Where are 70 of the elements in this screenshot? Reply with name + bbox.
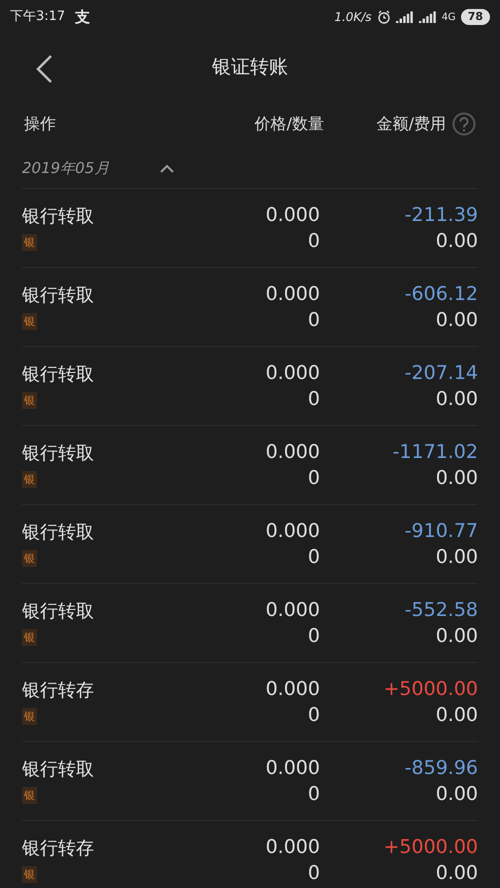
- fee-value: 0.00: [436, 229, 478, 254]
- fee-value: 0.00: [436, 466, 478, 491]
- signal-icon: [396, 11, 414, 23]
- column-header: 操作: [24, 113, 57, 135]
- price-value: 0.000: [266, 835, 320, 860]
- price-value: 0.000: [266, 282, 320, 307]
- bank-tag: 银: [22, 550, 37, 566]
- price-value: 0.000: [266, 519, 320, 544]
- transaction-type: 银行转存: [22, 680, 95, 702]
- amount-value: +5000.00: [384, 677, 478, 702]
- quantity-value: 0: [308, 387, 320, 412]
- battery-indicator: 78: [460, 9, 490, 25]
- bank-tag: 银: [22, 312, 37, 330]
- bank-tag: 银: [22, 628, 37, 646]
- amount-value: -211.39: [404, 203, 478, 228]
- amount-value: +5000.00: [384, 835, 478, 860]
- transaction-type: 银行转取: [22, 600, 95, 622]
- fee-value: 0.00: [436, 387, 478, 412]
- quantity-value: 0: [308, 545, 320, 570]
- quantity-value: 0: [308, 703, 320, 728]
- price-value: 0.000: [266, 203, 320, 228]
- price-value: 0.000: [266, 756, 320, 781]
- transaction-type: 银行转取: [22, 442, 95, 464]
- fee-value: 0.00: [436, 861, 478, 886]
- quantity-value: 0: [308, 861, 320, 886]
- fee-value: 0.00: [436, 782, 478, 807]
- amount-value: -552.58: [404, 598, 478, 623]
- transaction-type: 银行转取: [22, 522, 95, 544]
- quantity-value: 0: [308, 308, 320, 333]
- amount-value: -910.77: [404, 519, 478, 544]
- bank-tag: 银: [22, 866, 37, 882]
- amount-value: -1171.02: [392, 440, 478, 465]
- chevron-icon[interactable]: [159, 163, 176, 173]
- fee-value: 0.00: [436, 624, 478, 649]
- bank-tag: 银: [22, 470, 37, 488]
- quantity-value: 0: [308, 466, 320, 491]
- fee-value: 0.00: [436, 308, 478, 333]
- transaction-type: 银行转存: [22, 838, 95, 860]
- transaction-type: 银行转取: [22, 758, 95, 780]
- help-icon[interactable]: [452, 112, 476, 136]
- status-time: 下午3:17: [10, 8, 66, 26]
- fee-value: 0.00: [436, 545, 478, 570]
- bank-tag: 银: [22, 708, 37, 724]
- amount-value: -859.96: [404, 756, 478, 781]
- network-type: 4G: [442, 10, 456, 24]
- price-value: 0.000: [266, 677, 320, 702]
- page-title: 银证转账: [212, 54, 288, 80]
- amount-value: -606.12: [404, 282, 478, 307]
- price-value: 0.000: [266, 440, 320, 465]
- amount-value: -207.14: [404, 361, 478, 386]
- column-header: 价格/数量: [254, 113, 324, 135]
- fee-value: 0.00: [436, 703, 478, 728]
- back-icon[interactable]: [34, 54, 54, 84]
- network-speed: 1.0K/s: [334, 9, 372, 26]
- month-label: 2019年05月: [22, 158, 110, 179]
- transaction-type: 银行转取: [22, 284, 95, 306]
- bank-tag: 银: [22, 392, 37, 408]
- signal-icon: [418, 11, 437, 23]
- alarm-icon: [376, 10, 391, 24]
- price-value: 0.000: [266, 598, 320, 623]
- transaction-type: 银行转取: [22, 206, 95, 228]
- quantity-value: 0: [308, 229, 320, 254]
- price-value: 0.000: [266, 361, 320, 386]
- app-notification: 支: [75, 6, 90, 28]
- quantity-value: 0: [308, 782, 320, 807]
- transaction-type: 银行转取: [22, 364, 95, 386]
- column-header: 金额/费用: [376, 113, 446, 135]
- quantity-value: 0: [308, 624, 320, 649]
- bank-tag: 银: [22, 786, 37, 804]
- bank-tag: 银: [22, 234, 37, 250]
